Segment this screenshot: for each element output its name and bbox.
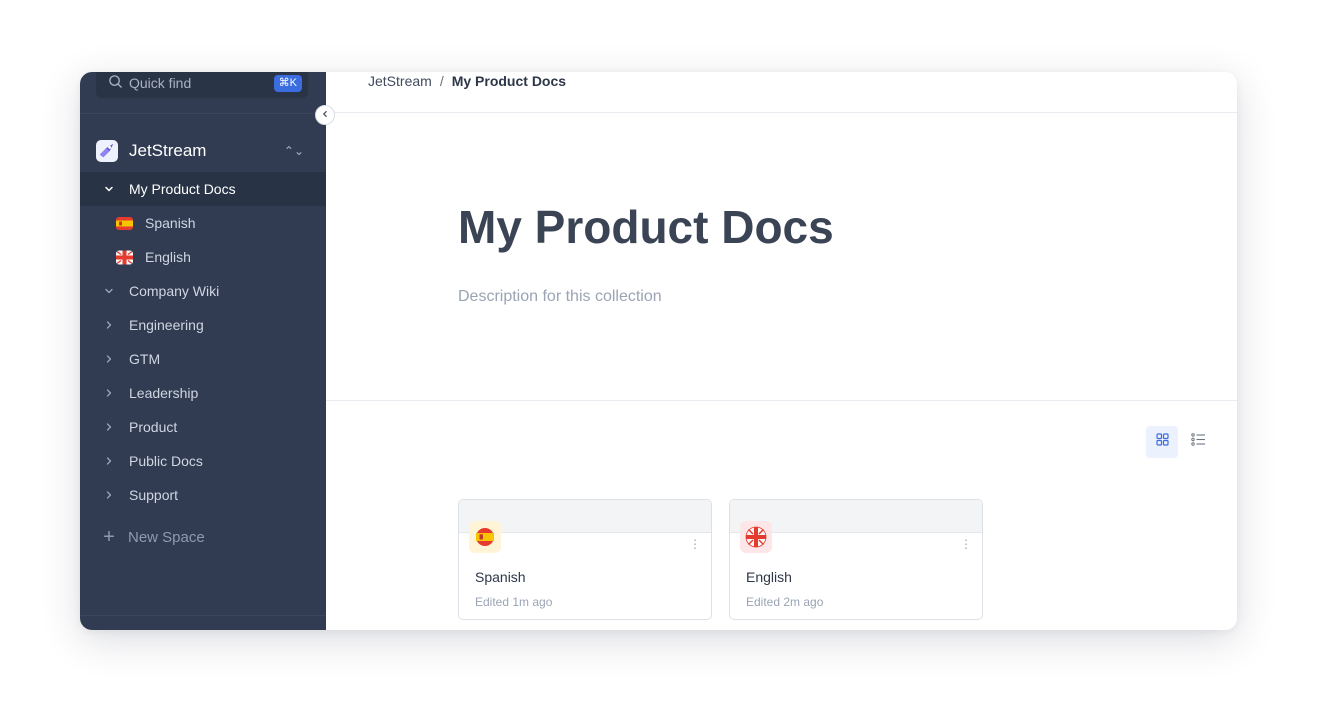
main-content: JetStream / My Product Docs My Product D…: [326, 72, 1237, 630]
workspace-switcher[interactable]: JetStream ⌃⌄: [96, 138, 308, 164]
sidebar-item-gtm[interactable]: GTM: [80, 342, 326, 376]
breadcrumb: JetStream / My Product Docs: [368, 72, 566, 90]
view-toggle: [1146, 426, 1214, 458]
quick-find-label: Quick find: [129, 75, 192, 91]
chevron-left-icon: [321, 109, 329, 121]
sidebar-nav: My Product Docs Spanish English Company …: [80, 172, 326, 554]
quick-find-button[interactable]: Quick find ⌘K: [96, 72, 308, 98]
search-icon: [108, 74, 123, 92]
sidebar-item-engineering[interactable]: Engineering: [80, 308, 326, 342]
chevron-right-icon: [102, 354, 116, 364]
chevron-up-down-icon: ⌃⌄: [283, 144, 304, 158]
chevron-right-icon: [102, 490, 116, 500]
app-window: Quick find ⌘K JetStream ⌃⌄ My Product Do…: [80, 72, 1237, 630]
breadcrumb-root[interactable]: JetStream: [368, 73, 432, 89]
document-grid: ⋮ Spanish Edited 1m ago ⋮ English Edited…: [458, 499, 983, 620]
new-space-label: New Space: [128, 528, 205, 546]
chevron-down-icon: [102, 184, 116, 194]
divider: [326, 112, 1237, 113]
new-space-button[interactable]: + New Space: [80, 520, 326, 554]
workspace-logo-icon: [96, 140, 118, 162]
sidebar-item-label: English: [145, 249, 191, 265]
collection-description[interactable]: Description for this collection: [458, 288, 662, 306]
chevron-right-icon: [102, 422, 116, 432]
workspace-name: JetStream: [129, 141, 207, 160]
sidebar-item-label: Support: [129, 487, 179, 503]
divider: [80, 113, 326, 114]
grid-icon: [1155, 433, 1169, 451]
sidebar-item-company-wiki[interactable]: Company Wiki: [80, 274, 326, 308]
sidebar-item-leadership[interactable]: Leadership: [80, 376, 326, 410]
uk-flag-icon: [116, 249, 133, 266]
more-options-icon[interactable]: ⋮: [960, 538, 972, 550]
sidebar-item-label: Public Docs: [129, 453, 203, 469]
document-card-english[interactable]: ⋮ English Edited 2m ago: [729, 499, 983, 620]
grid-view-button[interactable]: [1146, 426, 1178, 458]
document-card-spanish[interactable]: ⋮ Spanish Edited 1m ago: [458, 499, 712, 620]
breadcrumb-current: My Product Docs: [451, 73, 567, 89]
collapse-sidebar-button[interactable]: [315, 105, 335, 125]
sidebar-item-label: GTM: [129, 351, 161, 367]
spain-flag-icon: [469, 521, 501, 553]
sidebar-item-label: Spanish: [145, 215, 196, 231]
divider: [326, 400, 1237, 401]
chevron-down-icon: [102, 286, 116, 296]
page-title[interactable]: My Product Docs: [458, 200, 834, 254]
sidebar-item-label: Company Wiki: [129, 283, 220, 299]
card-meta: Edited 1m ago: [475, 595, 553, 609]
sidebar-item-label: Product: [129, 419, 178, 435]
quick-find-shortcut: ⌘K: [273, 74, 302, 92]
sidebar-item-label: Leadership: [129, 385, 199, 401]
card-title: Spanish: [475, 569, 526, 585]
sidebar: Quick find ⌘K JetStream ⌃⌄ My Product Do…: [80, 72, 326, 630]
more-options-icon[interactable]: ⋮: [689, 538, 701, 550]
sidebar-item-label: My Product Docs: [129, 181, 236, 197]
list-icon: [1190, 433, 1206, 451]
sidebar-item-product[interactable]: Product: [80, 410, 326, 444]
sidebar-item-my-product-docs[interactable]: My Product Docs: [80, 172, 326, 206]
sidebar-item-english[interactable]: English: [80, 240, 326, 274]
chevron-right-icon: [102, 320, 116, 330]
sidebar-item-public-docs[interactable]: Public Docs: [80, 444, 326, 478]
sidebar-item-label: Engineering: [129, 317, 204, 333]
uk-flag-icon: [740, 521, 772, 553]
card-meta: Edited 2m ago: [746, 595, 824, 609]
sidebar-item-spanish[interactable]: Spanish: [80, 206, 326, 240]
plus-icon: +: [103, 525, 115, 548]
breadcrumb-separator: /: [439, 73, 444, 89]
chevron-right-icon: [102, 456, 116, 466]
sidebar-item-support[interactable]: Support: [80, 478, 326, 512]
chevron-right-icon: [102, 388, 116, 398]
spain-flag-icon: [116, 215, 133, 232]
card-title: English: [746, 569, 792, 585]
divider: [80, 615, 326, 616]
list-view-button[interactable]: [1182, 426, 1214, 458]
